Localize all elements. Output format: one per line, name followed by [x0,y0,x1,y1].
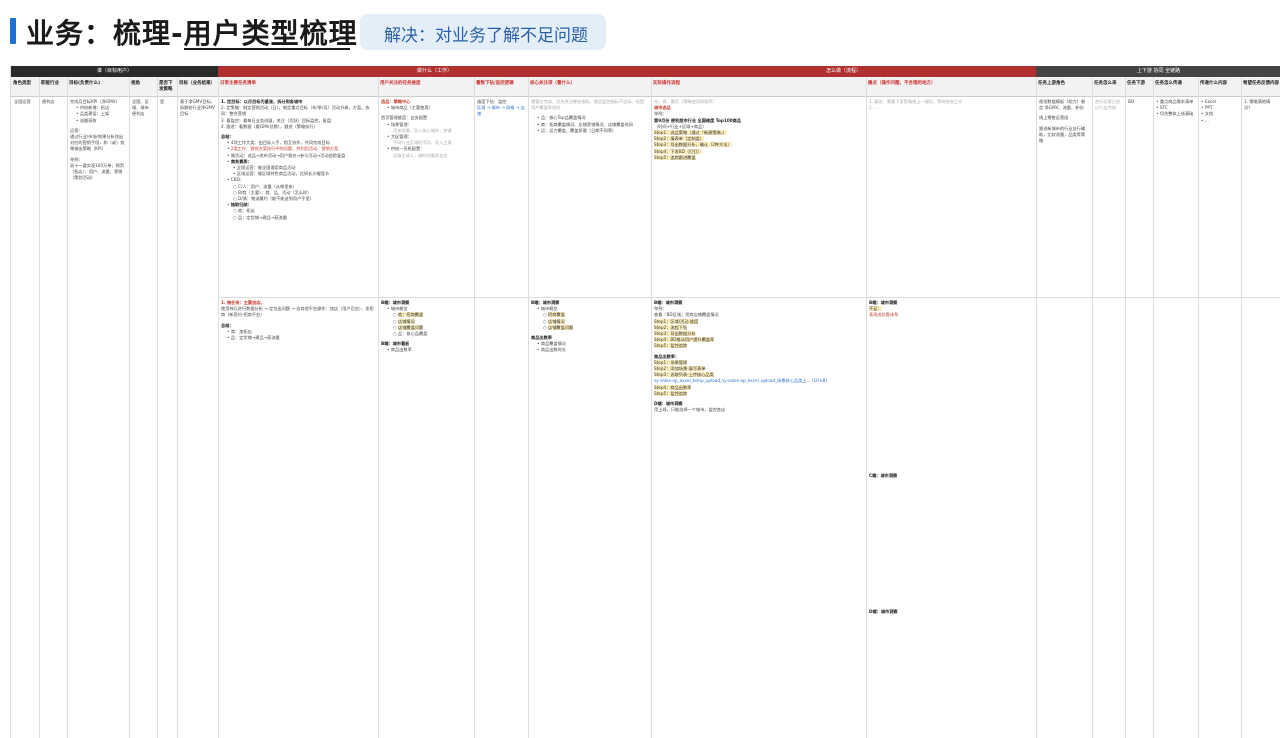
cell-biz-goal: 基于净GMV目标，拆解各行业净GMV目标 [180,99,215,117]
column-header-row: 角色类型 职能行业 目标(负责什么) 视角 是否下发策略 目标（业务结果） 日常… [11,77,1280,97]
col-transfer: 任务怎么传递 [1155,81,1182,86]
cell-flow: 先、再、最后（策略使用的顺序） 城市选品 举例： 第9月份 便利超市行业 全国维… [654,99,742,160]
grid-line [1092,77,1093,738]
title-underline [184,48,350,50]
grid-line [1241,77,1242,738]
col-issue: 是否下发策略 [159,81,173,92]
cell-view: 全国、区域、城市 便利店 [132,99,149,117]
cell-howcome: 首行运营已经以行业完成 [1095,99,1121,111]
col-view: 视角 [131,81,140,86]
cell-transfer: • 重点商品需求清单 • STC • 切合整体上线基础 [1156,99,1194,117]
page-header: 业务：梳理-用户类型梳理 解决：对业务了解不足问题 [0,0,1280,62]
cell-monitor: 维度下钻：监控 区域 → 城市 → 网格 → 店铺 [477,99,525,117]
cell-industry: 便利店 [42,99,55,104]
group-header-row: 谁（目标用户） 做什么（工作） 怎么做（流程） 上下游 协同 全链路 [11,66,1280,77]
cell-goal: 完成月目标KPI（净GMV） • 供给新增：拓店 • 品类建设：上架 • 流量获… [70,99,125,181]
cell-flow-2: B端：城市洞察 举例： 查看『BD区域』招商店铺覆盖情况 Step1：区域/活动… [651,300,866,738]
user-type-table: 谁（目标用户） 做什么（工作） 怎么做（流程） 上下游 协同 全链路 角色类型 … [10,66,1280,738]
col-downstream: 任务下游 [1127,81,1145,86]
group-how: 怎么做（流程） [651,66,1036,77]
page-title: 业务：梳理-用户类型梳理 [26,17,358,50]
grid-line [39,77,40,738]
grid-line [474,77,475,738]
col-dimensions: 用户关注的任务维度 [380,81,421,86]
col-monitor: 看数下钻/监控逻辑 [476,81,514,86]
col-flow: 实际操作流程 [653,81,680,86]
col-upstream: 任务上游角色 [1038,81,1065,86]
cell-issue: 是 [160,99,165,104]
cell-tasks-2: 1. 做任务：主要加店。 使用神兵进行数据分析 → 定位出问题 → 去其他平台操… [221,300,374,341]
group-upstream: 上下游 协同 全链路 [1036,66,1280,77]
col-industry: 职能行业 [41,81,59,86]
group-who: 谁（目标用户） [11,66,218,77]
col-tasks: 日常主要任务清单 [220,81,256,86]
cell-role: 全国运营 [14,99,31,104]
cell-content: • Excel • PPT • 文档 • ... [1201,99,1216,123]
cell-tasks: 1. 定目标：以月目标为基准，拆分到各城市 2. 定策略：制定营销活动（日），制… [221,99,370,220]
col-focus: 核心关注项（看什么） [530,81,575,86]
grid-line [157,77,158,738]
cell-focus-2: B端：城市洞察 • 城市概览 ○ 招商覆盖 ○ 店铺情况 ○ 店铺覆盖问题 商品… [531,300,574,353]
grid-line [177,77,178,738]
cell-dimensions: 选品：策略中心 • 城市商品（主要使用） 首页管理维度：业务配置 • 场景管理：… [381,99,452,158]
cell-pain: 1. 痛苦：需要下发策略线上一键化，等待答复工作 2. ... [869,99,963,111]
cell-focus: 需要在完成、优先关注哪些指标，就会监控指标不达标、但是用户覆盖率如何 • 品：核… [531,99,645,133]
page-subtitle: 解决：对业务了解不足问题 [384,26,588,46]
grid-line [129,77,130,738]
grid-line [1153,77,1154,738]
col-feedback: 希望任务反馈内容 [1243,81,1279,86]
col-goal: 目标(负责什么) [69,81,101,86]
cell-feedback: 1. 策略落地情况？ [1244,99,1271,111]
col-role-type: 角色类型 [13,81,31,86]
col-pain: 痛点（操作问题，不合理的地方） [868,81,936,86]
grid-line [1125,77,1126,738]
cell-pain-2: B端：城市洞察 不足： 表现成拉客体系 C端：城市洞察 D端：城市洞察 [869,300,899,614]
row-divider [218,297,1280,298]
col-howcome: 任务怎么来 [1094,81,1117,86]
cell-dimensions-2: B端：城市洞察 • 城市概览 ○ 商：招商覆盖 ○ 店铺情况 ○ 店铺覆盖问题 … [381,300,428,353]
title-accent-bar [10,18,16,44]
cell-downstream: BD [1128,99,1135,104]
col-biz-goal: 目标（业务结果） [179,81,215,86]
col-content: 传递什么内容 [1200,81,1227,86]
cell-upstream: 视觉数据模板（助力）制定 净GMV、流量、补贴 线上零售运营组 跟进新城市的行业… [1039,99,1086,144]
grid-line [1198,77,1199,738]
group-what: 做什么（工作） [218,66,651,77]
